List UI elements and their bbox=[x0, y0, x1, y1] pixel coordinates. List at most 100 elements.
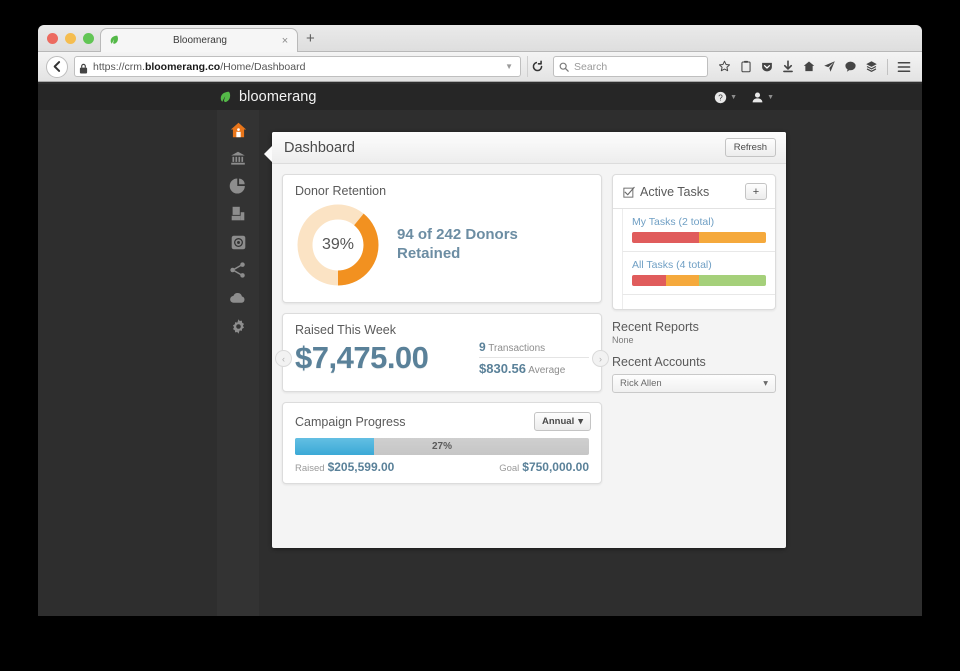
donor-retention-percent: 39% bbox=[321, 236, 355, 253]
brand-name: bloomerang bbox=[239, 89, 317, 105]
campaign-progress-header: Campaign Progress Annual ▾ bbox=[283, 403, 601, 431]
sync-stack-icon[interactable] bbox=[861, 56, 882, 78]
reader-view-icon[interactable] bbox=[735, 56, 756, 78]
recent-accounts-select[interactable]: Rick Allen ▾ bbox=[612, 374, 776, 393]
email-at-icon bbox=[231, 235, 245, 249]
refresh-button[interactable]: Refresh bbox=[724, 138, 776, 157]
sidebar-item-transactions[interactable] bbox=[217, 200, 259, 228]
browser-navigation-bar: https://crm.bloomerang.co/Home/Dashboard… bbox=[38, 52, 922, 82]
campaign-raised-amount: $205,599.00 bbox=[327, 460, 395, 474]
sidebar-item-reports[interactable] bbox=[217, 172, 259, 200]
raised-this-week-body: $7,475.00 9 Transactions $830.56 Average bbox=[283, 337, 601, 391]
new-tab-button[interactable]: + bbox=[306, 31, 315, 46]
main-panel: Dashboard Refresh Donor Retention 39% 94… bbox=[264, 132, 786, 548]
page-title: Dashboard bbox=[284, 139, 355, 156]
donor-retention-donut: 39% bbox=[295, 202, 381, 288]
donor-retention-summary: 94 of 242 Donors Retained bbox=[397, 226, 518, 264]
panel-header: Dashboard Refresh bbox=[272, 132, 786, 164]
brand-logo[interactable]: bloomerang bbox=[217, 89, 317, 105]
home-icon[interactable] bbox=[798, 56, 819, 78]
cloud-icon bbox=[229, 292, 244, 303]
campaign-goal-amount: $750,000.00 bbox=[522, 460, 589, 474]
browser-tab[interactable]: Bloomerang × bbox=[100, 28, 298, 52]
recent-accounts-title: Recent Accounts bbox=[612, 355, 706, 369]
active-tasks-title: Active Tasks bbox=[640, 184, 710, 199]
url-path: /Home/Dashboard bbox=[220, 60, 306, 73]
campaign-period-select[interactable]: Annual ▾ bbox=[534, 412, 591, 431]
layers-icon bbox=[231, 206, 245, 221]
home-icon bbox=[230, 122, 246, 138]
campaign-period-value: Annual bbox=[542, 416, 575, 427]
sidebar-item-settings[interactable] bbox=[217, 312, 259, 340]
recent-reports-block: Recent Reports None bbox=[612, 320, 776, 345]
sidebar-item-email[interactable] bbox=[217, 228, 259, 256]
transactions-stat: 9 Transactions bbox=[479, 337, 589, 358]
url-text: https://crm.bloomerang.co/Home/Dashboard bbox=[93, 61, 500, 73]
task-segment-due bbox=[699, 232, 766, 243]
dashboard-body: Donor Retention 39% 94 of 242 Donors Ret… bbox=[272, 164, 786, 494]
window-controls[interactable] bbox=[47, 33, 94, 44]
campaign-progress-bar: 27% bbox=[295, 438, 589, 455]
close-tab-icon[interactable]: × bbox=[279, 35, 291, 47]
downloads-icon[interactable] bbox=[777, 56, 798, 78]
pie-chart-icon bbox=[229, 178, 245, 194]
browser-tab-strip: Bloomerang × + bbox=[38, 25, 922, 52]
recent-accounts-value: Rick Allen bbox=[620, 378, 662, 389]
lock-icon bbox=[79, 61, 88, 74]
help-menu[interactable]: ? ▼ bbox=[714, 91, 737, 104]
minimize-window-button[interactable] bbox=[65, 33, 76, 44]
task-row: My Tasks (2 total) bbox=[622, 209, 775, 252]
active-tasks-list: My Tasks (2 total) All Tasks (4 total) bbox=[613, 209, 775, 295]
active-tasks-header: Active Tasks + bbox=[613, 175, 775, 209]
task-row: All Tasks (4 total) bbox=[622, 252, 775, 295]
chevron-down-icon: ▼ bbox=[767, 93, 774, 101]
bloomerang-leaf-icon bbox=[220, 91, 231, 102]
chat-icon[interactable] bbox=[840, 56, 861, 78]
task-segment-overdue bbox=[632, 232, 699, 243]
sidebar-item-cloud[interactable] bbox=[217, 284, 259, 312]
previous-period-button[interactable]: ‹ bbox=[275, 350, 292, 367]
transactions-count: 9 bbox=[479, 340, 486, 354]
maximize-window-button[interactable] bbox=[83, 33, 94, 44]
campaign-progress-body: 27% Raised $205,599.00 Goal $750,000.00 bbox=[283, 431, 601, 483]
sidebar-item-share[interactable] bbox=[217, 256, 259, 284]
sidebar-item-constituents[interactable] bbox=[217, 144, 259, 172]
svg-text:?: ? bbox=[718, 93, 723, 102]
raised-stats: 9 Transactions $830.56 Average bbox=[479, 337, 589, 379]
campaign-progress-footer: Raised $205,599.00 Goal $750,000.00 bbox=[295, 460, 589, 474]
menu-hamburger-icon[interactable] bbox=[893, 56, 914, 78]
task-status-bar bbox=[632, 275, 766, 286]
app-bar-actions: ? ▼ ▼ bbox=[714, 91, 774, 104]
user-menu[interactable]: ▼ bbox=[751, 91, 774, 104]
donor-retention-body: 39% 94 of 242 Donors Retained bbox=[283, 198, 601, 302]
url-dropdown-icon[interactable]: ▼ bbox=[505, 62, 516, 71]
search-bar[interactable]: Search bbox=[553, 56, 708, 77]
chevron-down-icon: ▾ bbox=[763, 378, 768, 389]
close-window-button[interactable] bbox=[47, 33, 58, 44]
campaign-raised-label: Raised bbox=[295, 463, 325, 474]
reload-button[interactable] bbox=[527, 56, 547, 77]
bank-icon bbox=[231, 151, 245, 165]
bookmark-star-icon[interactable] bbox=[714, 56, 735, 78]
chevron-down-icon: ▾ bbox=[578, 416, 583, 427]
add-task-button[interactable]: + bbox=[745, 183, 767, 200]
active-tasks-card: Active Tasks + My Tasks (2 total) All Tas… bbox=[612, 174, 776, 310]
url-bar[interactable]: https://crm.bloomerang.co/Home/Dashboard… bbox=[74, 56, 521, 77]
panel-pointer bbox=[264, 146, 272, 162]
task-segment-upcoming bbox=[699, 275, 766, 286]
donor-retention-summary-line2: Retained bbox=[397, 245, 461, 262]
gear-icon bbox=[232, 318, 244, 334]
next-period-button[interactable]: › bbox=[592, 350, 609, 367]
pocket-icon[interactable] bbox=[756, 56, 777, 78]
average-stat: $830.56 Average bbox=[479, 358, 589, 379]
send-tab-icon[interactable] bbox=[819, 56, 840, 78]
search-input[interactable]: Search bbox=[574, 61, 607, 73]
task-link[interactable]: All Tasks (4 total) bbox=[632, 259, 766, 271]
back-button[interactable] bbox=[46, 55, 68, 78]
task-link[interactable]: My Tasks (2 total) bbox=[632, 216, 766, 228]
sidebar-item-home[interactable] bbox=[217, 116, 259, 144]
task-segment-overdue bbox=[632, 275, 666, 286]
share-icon bbox=[230, 262, 245, 278]
toolbar-divider bbox=[887, 58, 888, 75]
browser-toolbar-icons bbox=[714, 56, 914, 78]
